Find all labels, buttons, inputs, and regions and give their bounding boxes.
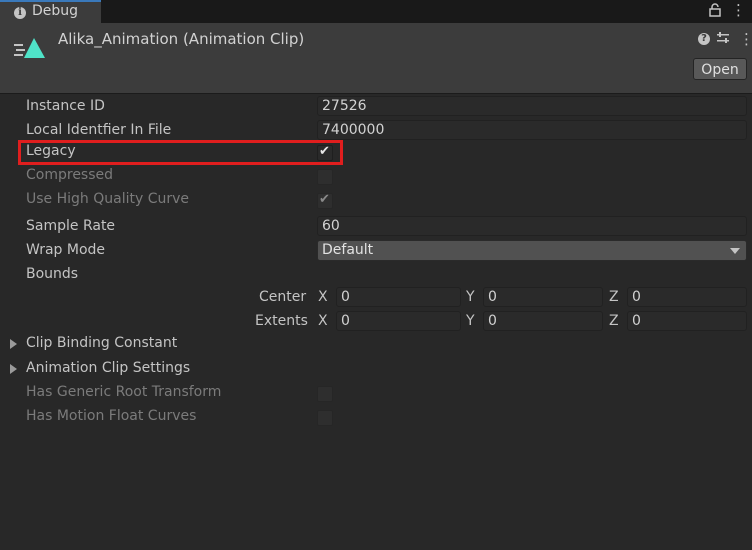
extents-y-field[interactable]: 0 [483, 311, 603, 331]
wrap-mode-label: Wrap Mode [26, 242, 106, 258]
extents-z-field[interactable]: 0 [627, 311, 747, 331]
open-button[interactable]: Open [693, 58, 747, 80]
generic-root-label: Has Generic Root Transform [26, 384, 222, 400]
center-y-label: Y [466, 289, 475, 305]
extents-z-label: Z [609, 313, 619, 329]
generic-root-checkbox [317, 386, 333, 402]
foldout-arrow-icon[interactable] [10, 364, 17, 374]
clip-settings-foldout[interactable]: Animation Clip Settings [26, 360, 190, 376]
animation-clip-icon [14, 35, 48, 63]
inspector-header: Alika_Animation (Animation Clip) ? ⋮ Ope… [0, 23, 752, 94]
center-z-field[interactable]: 0 [627, 287, 747, 307]
compressed-label: Compressed [26, 167, 114, 183]
compressed-checkbox [317, 169, 333, 185]
extents-x-label: X [318, 313, 328, 329]
motion-float-checkbox [317, 410, 333, 426]
bounds-label: Bounds [26, 266, 79, 282]
center-x-label: X [318, 289, 328, 305]
instance-id-label: Instance ID [26, 98, 105, 114]
local-id-field[interactable]: 7400000 [317, 120, 747, 140]
tab-label: Debug [32, 3, 79, 19]
clip-binding-foldout[interactable]: Clip Binding Constant [26, 335, 177, 351]
local-id-label: Local Identfier In File [26, 122, 172, 138]
tab-menu-icon[interactable]: ⋮ [731, 1, 746, 19]
extents-x-field[interactable]: 0 [336, 311, 461, 331]
high-quality-checkbox: ✔ [317, 192, 333, 209]
center-y-field[interactable]: 0 [483, 287, 603, 307]
high-quality-label: Use High Quality Curve [26, 191, 190, 207]
wrap-mode-dropdown[interactable]: Default [317, 240, 747, 261]
center-x-field[interactable]: 0 [336, 287, 461, 307]
instance-id-field[interactable]: 27526 [317, 96, 747, 116]
extents-label: Extents [255, 313, 308, 329]
wrap-mode-value: Default [322, 242, 374, 258]
extents-y-label: Y [466, 313, 475, 329]
center-z-label: Z [609, 289, 619, 305]
help-icon[interactable]: ? [698, 33, 710, 45]
dropdown-arrow-icon [730, 248, 740, 254]
asset-title: Alika_Animation (Animation Clip) [58, 30, 305, 48]
tab-debug[interactable]: i Debug [0, 0, 101, 23]
info-icon: i [14, 7, 26, 19]
motion-float-label: Has Motion Float Curves [26, 408, 197, 424]
sample-rate-field[interactable]: 60 [317, 216, 747, 236]
tab-bar: i Debug ⋮ [0, 0, 752, 23]
center-label: Center [259, 289, 307, 305]
foldout-arrow-icon[interactable] [10, 339, 17, 349]
header-menu-icon[interactable]: ⋮ [739, 30, 752, 48]
legacy-highlight-box [18, 140, 343, 165]
preset-icon[interactable] [716, 31, 730, 45]
sample-rate-label: Sample Rate [26, 218, 116, 234]
lock-icon[interactable] [709, 3, 721, 21]
check-icon: ✔ [319, 192, 330, 207]
